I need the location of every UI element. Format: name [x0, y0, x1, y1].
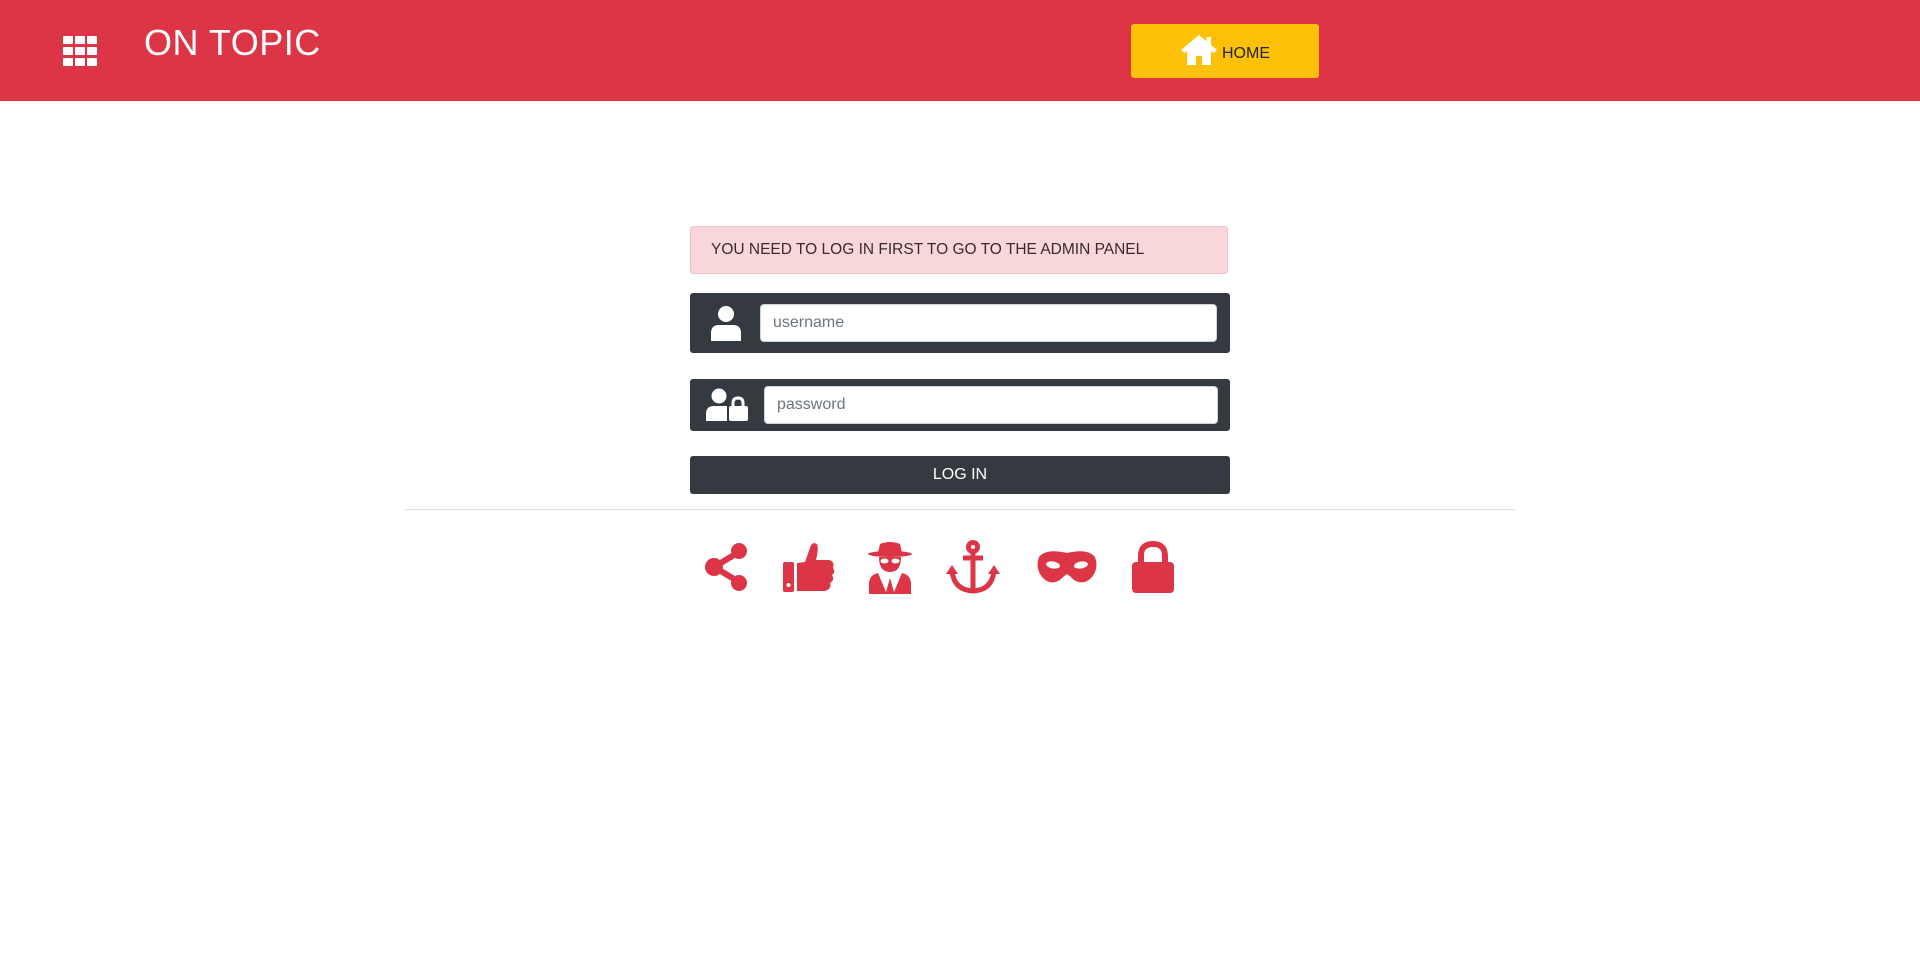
- password-group: [690, 379, 1230, 431]
- lock-icon[interactable]: [1130, 540, 1176, 594]
- login-button[interactable]: LOG IN: [690, 456, 1230, 494]
- spy-icon[interactable]: [866, 540, 914, 594]
- home-button[interactable]: HOME: [1131, 24, 1319, 78]
- username-group: [690, 293, 1230, 353]
- grid-menu-icon[interactable]: [63, 36, 97, 66]
- thumbs-up-icon[interactable]: [781, 540, 835, 594]
- user-lock-icon: [706, 388, 748, 421]
- mask-icon[interactable]: [1036, 540, 1098, 594]
- share-icon[interactable]: [703, 540, 751, 594]
- home-icon: [1181, 35, 1217, 65]
- user-icon: [711, 306, 741, 341]
- home-button-label: HOME: [1222, 45, 1270, 62]
- username-input[interactable]: [760, 304, 1217, 342]
- divider: [405, 509, 1515, 510]
- top-navbar: ON TOPIC HOME: [0, 0, 1920, 101]
- brand-title[interactable]: ON TOPIC: [144, 22, 321, 64]
- anchor-icon[interactable]: [945, 540, 1001, 594]
- login-required-alert: YOU NEED TO LOG IN FIRST TO GO TO THE AD…: [690, 226, 1228, 274]
- password-input[interactable]: [764, 386, 1218, 424]
